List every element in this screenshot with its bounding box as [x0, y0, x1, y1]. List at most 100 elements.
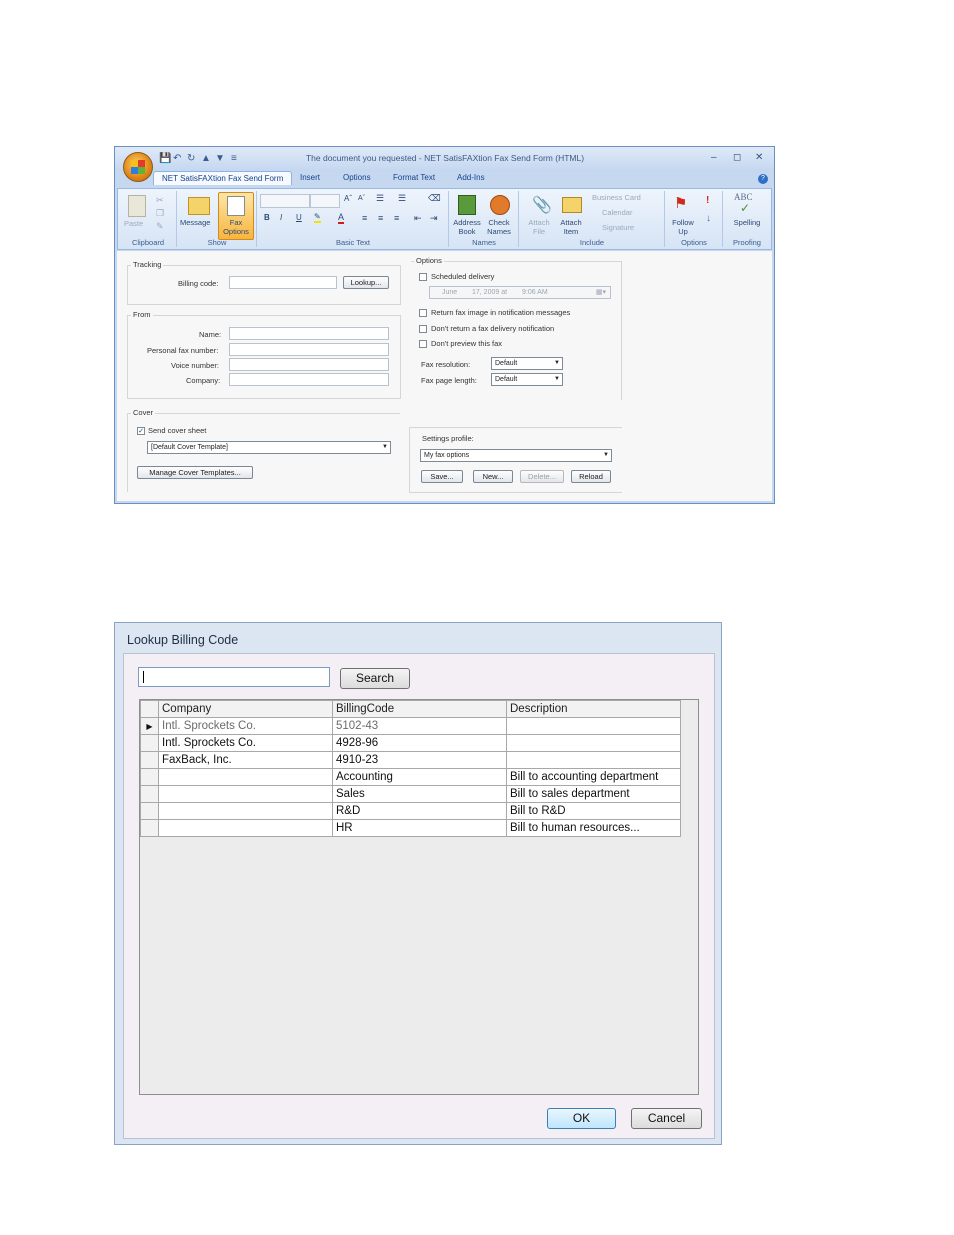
- message-button[interactable]: Message: [180, 218, 210, 227]
- cell-billing-code[interactable]: Sales: [332, 785, 507, 803]
- personal-fax-field[interactable]: [229, 343, 389, 356]
- tab-fax-send-form[interactable]: NET SatisFAXtion Fax Send Form: [153, 171, 293, 185]
- ok-button[interactable]: OK: [547, 1108, 616, 1129]
- company-field[interactable]: [229, 373, 389, 386]
- check-names-button[interactable]: Check Names: [484, 218, 514, 236]
- cell-description[interactable]: [506, 751, 681, 769]
- save-icon[interactable]: 💾: [159, 153, 171, 164]
- return-fax-image-checkbox[interactable]: [419, 309, 427, 317]
- signature-button[interactable]: Signature: [602, 223, 634, 232]
- cell-billing-code[interactable]: 4910-23: [332, 751, 507, 769]
- font-name-combo[interactable]: [260, 194, 310, 208]
- spelling-button[interactable]: Spelling: [726, 218, 768, 227]
- cell-company[interactable]: Intl. Sprockets Co.: [158, 717, 333, 735]
- cell-company[interactable]: [158, 768, 333, 786]
- low-importance-icon[interactable]: ↓: [706, 213, 711, 224]
- redo-icon[interactable]: ↻: [187, 153, 195, 164]
- new-profile-button[interactable]: New...: [473, 470, 513, 483]
- cell-billing-code[interactable]: HR: [332, 819, 507, 837]
- dont-preview-checkbox[interactable]: [419, 340, 427, 348]
- cell-description[interactable]: Bill to R&D: [506, 802, 681, 820]
- tab-add-ins[interactable]: Add-Ins: [457, 173, 485, 182]
- fax-page-length-select[interactable]: Default ▼: [491, 373, 563, 386]
- font-size-combo[interactable]: [310, 194, 340, 208]
- cell-company[interactable]: [158, 802, 333, 820]
- scheduled-delivery-checkbox[interactable]: [419, 273, 427, 281]
- cell-billing-code[interactable]: R&D: [332, 802, 507, 820]
- maximize-button[interactable]: ◻: [733, 152, 741, 163]
- cell-description[interactable]: [506, 734, 681, 752]
- voice-number-field[interactable]: [229, 358, 389, 371]
- down-arrow-icon[interactable]: ▼: [215, 153, 225, 164]
- cell-company[interactable]: [158, 819, 333, 837]
- address-book-button[interactable]: Address Book: [452, 218, 482, 236]
- attach-item-button[interactable]: Attach Item: [556, 218, 586, 236]
- table-row[interactable]: Accounting Bill to accounting department: [140, 768, 681, 786]
- clear-formatting-icon[interactable]: ⌫: [428, 193, 441, 204]
- customize-qat-icon[interactable]: ≡: [231, 153, 237, 164]
- lookup-button[interactable]: Lookup...: [343, 276, 389, 289]
- cell-description[interactable]: [506, 717, 681, 735]
- cell-company[interactable]: [158, 785, 333, 803]
- decrease-indent-icon[interactable]: ⇤: [414, 213, 422, 224]
- table-row[interactable]: HR Bill to human resources...: [140, 819, 681, 837]
- table-row[interactable]: FaxBack, Inc. 4910-23: [140, 751, 681, 769]
- row-header[interactable]: [140, 802, 159, 820]
- row-header[interactable]: [140, 768, 159, 786]
- column-header-billingcode[interactable]: BillingCode: [332, 700, 507, 718]
- save-profile-button[interactable]: Save...: [421, 470, 463, 483]
- undo-icon[interactable]: ↶: [173, 153, 181, 164]
- dont-return-notification-checkbox[interactable]: [419, 325, 427, 333]
- shrink-font-icon[interactable]: Aˇ: [358, 195, 365, 202]
- align-right-icon[interactable]: ≡: [394, 213, 399, 223]
- name-field[interactable]: [229, 327, 389, 340]
- cell-company[interactable]: FaxBack, Inc.: [158, 751, 333, 769]
- cell-description[interactable]: Bill to human resources...: [506, 819, 681, 837]
- delete-profile-button[interactable]: Delete...: [520, 470, 564, 483]
- row-header[interactable]: [140, 734, 159, 752]
- fax-options-button[interactable]: Fax Options: [218, 192, 254, 240]
- italic-button[interactable]: I: [280, 213, 282, 222]
- increase-indent-icon[interactable]: ⇥: [430, 213, 438, 224]
- cut-icon[interactable]: ✂: [156, 195, 164, 206]
- row-header[interactable]: [140, 751, 159, 769]
- manage-cover-templates-button[interactable]: Manage Cover Templates...: [137, 466, 253, 479]
- send-cover-checkbox[interactable]: ✓: [137, 427, 145, 435]
- business-card-button[interactable]: Business Card: [592, 193, 641, 202]
- up-arrow-icon[interactable]: ▲: [201, 153, 211, 164]
- bullets-icon[interactable]: ☰: [376, 193, 384, 204]
- search-input[interactable]: [138, 667, 330, 687]
- table-row[interactable]: ▶ Intl. Sprockets Co. 5102-43: [140, 717, 681, 735]
- cover-template-select[interactable]: [Default Cover Template] ▼: [147, 441, 391, 454]
- tab-insert[interactable]: Insert: [300, 173, 320, 182]
- cell-billing-code[interactable]: 4928-96: [332, 734, 507, 752]
- cell-description[interactable]: Bill to sales department: [506, 785, 681, 803]
- bold-button[interactable]: B: [264, 213, 270, 222]
- column-header-company[interactable]: Company: [158, 700, 333, 718]
- table-row[interactable]: Sales Bill to sales department: [140, 785, 681, 803]
- format-painter-icon[interactable]: ✎: [156, 221, 164, 232]
- cell-description[interactable]: Bill to accounting department: [506, 768, 681, 786]
- fax-resolution-select[interactable]: Default ▼: [491, 357, 563, 370]
- highlight-icon[interactable]: ✎: [314, 212, 321, 223]
- attach-file-button[interactable]: Attach File: [524, 218, 554, 236]
- billing-code-grid[interactable]: Company BillingCode Description ▶ Intl. …: [139, 699, 699, 1095]
- cell-company[interactable]: Intl. Sprockets Co.: [158, 734, 333, 752]
- numbering-icon[interactable]: ☰: [398, 193, 406, 204]
- calendar-button[interactable]: Calendar: [602, 208, 632, 217]
- follow-up-button[interactable]: Follow Up: [668, 218, 698, 236]
- billing-code-input[interactable]: [229, 276, 337, 289]
- settings-profile-select[interactable]: My fax options ▼: [420, 449, 612, 462]
- table-row[interactable]: R&D Bill to R&D: [140, 802, 681, 820]
- column-header-description[interactable]: Description: [506, 700, 681, 718]
- row-header[interactable]: [140, 819, 159, 837]
- row-header[interactable]: [140, 785, 159, 803]
- reload-profile-button[interactable]: Reload: [571, 470, 611, 483]
- copy-icon[interactable]: ❐: [156, 208, 164, 219]
- cancel-button[interactable]: Cancel: [631, 1108, 702, 1129]
- tab-options[interactable]: Options: [343, 173, 371, 182]
- close-button[interactable]: ✕: [755, 152, 763, 163]
- minimize-button[interactable]: –: [711, 152, 717, 163]
- cell-billing-code[interactable]: 5102-43: [332, 717, 507, 735]
- search-button[interactable]: Search: [340, 668, 410, 689]
